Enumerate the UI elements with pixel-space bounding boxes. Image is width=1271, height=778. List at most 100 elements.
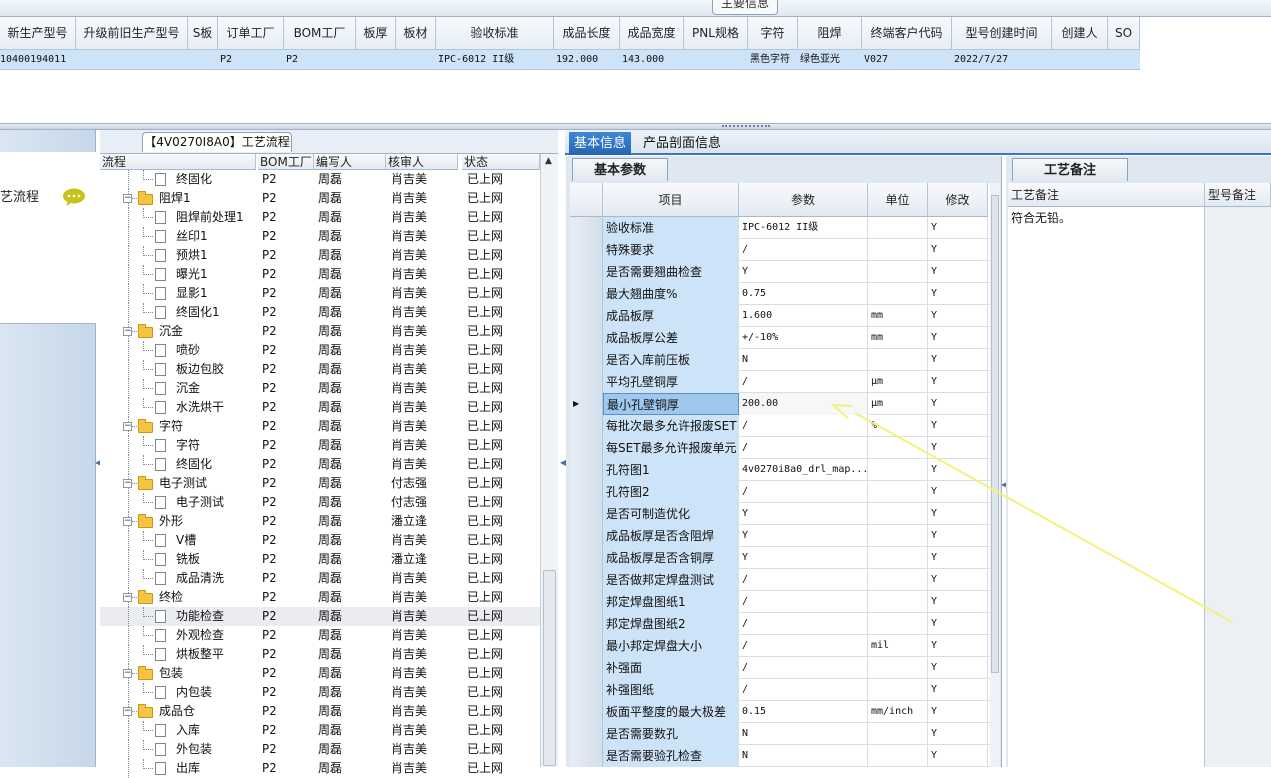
row-header[interactable] <box>570 723 603 745</box>
params-edit-cell[interactable]: Y <box>928 525 988 547</box>
params-value-cell[interactable]: 4v0270i8a0_drl_map... <box>739 459 868 481</box>
row-header[interactable] <box>570 327 603 349</box>
main-grid-cell[interactable] <box>1110 50 1142 70</box>
params-edit-cell[interactable]: Y <box>928 261 988 283</box>
main-col-header[interactable]: 验收标准 <box>436 17 554 50</box>
tree-row[interactable]: 喷砂 P2 周磊 肖吉美 已上网 <box>100 341 540 360</box>
main-grid-cell[interactable]: 192.000 <box>556 50 622 70</box>
params-row[interactable]: 邦定焊盘图纸2/ Y <box>570 613 990 635</box>
row-header[interactable] <box>570 745 603 767</box>
tree-row[interactable]: − 终检 P2 周磊 肖吉美 已上网 <box>100 588 540 607</box>
main-grid-cell[interactable]: 2022/7/27 <box>954 50 1054 70</box>
main-grid-cell[interactable] <box>190 50 220 70</box>
row-header[interactable] <box>570 635 603 657</box>
params-row[interactable]: 是否需要数孔 N Y <box>570 723 990 745</box>
tree-row[interactable]: − 包装 P2 周磊 肖吉美 已上网 <box>100 664 540 683</box>
params-edit-cell[interactable]: Y <box>928 745 988 767</box>
tree-row[interactable]: 入库 P2 周磊 肖吉美 已上网 <box>100 721 540 740</box>
tree-row[interactable]: 终固化 P2 周磊 肖吉美 已上网 <box>100 170 540 189</box>
collapse-toggle-icon[interactable]: − <box>123 194 132 203</box>
params-row[interactable]: 是否需要验孔检查 N Y <box>570 745 990 767</box>
splitter-grip[interactable] <box>722 125 770 129</box>
row-header[interactable] <box>570 371 603 393</box>
tree-row[interactable]: 烘板整平 P2 周磊 肖吉美 已上网 <box>100 645 540 664</box>
params-edit-cell[interactable]: Y <box>928 437 988 459</box>
row-header[interactable] <box>570 569 603 591</box>
nav-item-process-flow[interactable]: 艺流程 <box>0 186 39 205</box>
params-edit-cell[interactable]: Y <box>928 415 988 437</box>
main-col-header[interactable]: SO <box>1108 17 1140 50</box>
params-value-cell[interactable]: / <box>739 613 868 635</box>
main-col-header[interactable]: 成品宽度 <box>620 17 684 50</box>
main-col-header[interactable]: 字符 <box>748 17 798 50</box>
params-edit-cell[interactable]: Y <box>928 679 988 701</box>
main-grid-cell[interactable]: 143.000 <box>622 50 686 70</box>
model-remark-cell[interactable] <box>1204 207 1271 767</box>
params-edit-cell[interactable]: Y <box>928 327 988 349</box>
params-value-cell[interactable]: Y <box>739 503 868 525</box>
params-row[interactable]: 孔符图1 4v0270i8a0_drl_map... Y <box>570 459 990 481</box>
params-row[interactable]: 是否做邦定焊盘测试 / Y <box>570 569 990 591</box>
row-header[interactable] <box>570 459 603 481</box>
tree-row[interactable]: 外观检查 P2 周磊 肖吉美 已上网 <box>100 626 540 645</box>
params-row[interactable]: 最小邦定焊盘大小 / mil Y <box>570 635 990 657</box>
scroll-thumb[interactable] <box>543 570 556 766</box>
params-edit-cell[interactable]: Y <box>928 547 988 569</box>
params-row[interactable]: 验收标准 IPC-6012 II级 Y <box>570 217 990 239</box>
tree-row[interactable]: 水洗烘干 P2 周磊 肖吉美 已上网 <box>100 398 540 417</box>
row-header[interactable] <box>570 591 603 613</box>
main-col-header[interactable]: 板厚 <box>356 17 396 50</box>
tree-col-header[interactable]: 流程 <box>100 154 256 170</box>
tree-col-header[interactable]: 状态 <box>462 154 540 170</box>
row-header[interactable] <box>570 305 603 327</box>
main-col-header[interactable]: 创建人 <box>1052 17 1108 50</box>
process-remark-text[interactable]: 符合无铅。 <box>1011 209 1071 226</box>
main-col-header[interactable]: 阻焊 <box>798 17 862 50</box>
collapse-toggle-icon[interactable]: − <box>123 479 132 488</box>
params-col-header[interactable]: 单位 <box>868 183 928 217</box>
tree-row[interactable]: 成品清洗 P2 周磊 肖吉美 已上网 <box>100 569 540 588</box>
main-grid-cell[interactable]: V027 <box>864 50 954 70</box>
tree-col-header[interactable]: 核审人 <box>386 154 458 170</box>
params-value-cell[interactable]: / <box>739 569 868 591</box>
row-header[interactable] <box>570 437 603 459</box>
main-col-header[interactable]: 新生产型号 <box>0 17 76 50</box>
params-value-cell[interactable]: 0.15 <box>739 701 868 723</box>
tree-row[interactable]: 电子测试 P2 周磊 付志强 已上网 <box>100 493 540 512</box>
params-row[interactable]: 平均孔壁铜厚 / μm Y <box>570 371 990 393</box>
tree-row[interactable]: 外包装 P2 周磊 肖吉美 已上网 <box>100 740 540 759</box>
tab-basic-info[interactable]: 基本信息 <box>569 132 631 155</box>
main-col-header[interactable]: 升级前旧生产型号 <box>76 17 188 50</box>
params-edit-cell[interactable]: Y <box>928 393 988 415</box>
tree-row[interactable]: 板边包胶 P2 周磊 肖吉美 已上网 <box>100 360 540 379</box>
row-header[interactable] <box>570 547 603 569</box>
tree-row[interactable]: − 成品仓 P2 周磊 肖吉美 已上网 <box>100 702 540 721</box>
params-row[interactable]: 每批次最多允许报废SET /% Y <box>570 415 990 437</box>
params-row[interactable]: 每SET最多允许报废单元 / Y <box>570 437 990 459</box>
row-header[interactable] <box>570 349 603 371</box>
main-grid-cell[interactable]: 黑色字符 <box>750 50 800 70</box>
params-edit-cell[interactable]: Y <box>928 217 988 239</box>
params-value-cell[interactable]: 0.75 <box>739 283 868 305</box>
row-header[interactable] <box>570 217 603 239</box>
tree-row[interactable]: 字符 P2 周磊 肖吉美 已上网 <box>100 436 540 455</box>
main-grid-cell[interactable] <box>1054 50 1110 70</box>
params-edit-cell[interactable]: Y <box>928 613 988 635</box>
main-col-header[interactable]: 订单工厂 <box>218 17 284 50</box>
params-edit-cell[interactable]: Y <box>928 503 988 525</box>
row-header[interactable] <box>570 503 603 525</box>
params-edit-cell[interactable]: Y <box>928 239 988 261</box>
row-header[interactable] <box>570 481 603 503</box>
tree-row[interactable]: 沉金 P2 周磊 肖吉美 已上网 <box>100 379 540 398</box>
main-grid-cell[interactable]: 10400194011 <box>0 50 76 70</box>
collapse-toggle-icon[interactable]: − <box>123 669 132 678</box>
params-value-cell[interactable]: / <box>739 437 868 459</box>
params-edit-cell[interactable]: Y <box>928 723 988 745</box>
tree-row[interactable]: − 外形 P2 周磊 潘立逢 已上网 <box>100 512 540 531</box>
main-col-header[interactable]: PNL规格 <box>684 17 748 50</box>
tree-row[interactable]: 终固化1 P2 周磊 肖吉美 已上网 <box>100 303 540 322</box>
tree-row[interactable]: 内包装 P2 周磊 肖吉美 已上网 <box>100 683 540 702</box>
params-value-cell[interactable]: / <box>739 415 868 437</box>
tree-row[interactable]: 出库 P2 周磊 肖吉美 已上网 <box>100 759 540 778</box>
tree-row[interactable]: 阻焊前处理1 P2 周磊 肖吉美 已上网 <box>100 208 540 227</box>
